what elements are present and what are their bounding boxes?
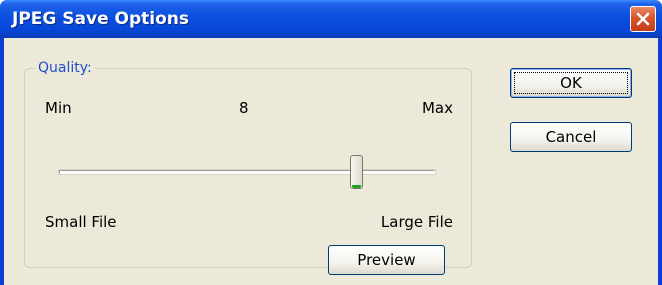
small-file-label: Small File <box>45 213 117 231</box>
cancel-button[interactable]: Cancel <box>510 122 632 152</box>
title-bar[interactable]: JPEG Save Options <box>0 0 662 38</box>
large-file-label: Large File <box>380 213 453 231</box>
quality-value-label: 8 <box>239 99 249 117</box>
dialog-body: Quality: Min 8 Max Small File Large File… <box>4 38 658 285</box>
ok-button[interactable]: OK <box>510 68 632 98</box>
max-label: Max <box>421 99 453 117</box>
close-button[interactable] <box>630 6 656 32</box>
quality-slider-track[interactable] <box>59 170 435 174</box>
min-label: Min <box>45 99 72 117</box>
quality-group-label: Quality: <box>35 59 95 77</box>
preview-button[interactable]: Preview <box>328 245 445 275</box>
quality-slider-thumb[interactable] <box>350 155 363 189</box>
window-title: JPEG Save Options <box>12 9 189 29</box>
dialog-window: JPEG Save Options Quality: Min 8 Max Sma… <box>0 0 662 285</box>
close-icon <box>636 12 650 26</box>
ok-button-label: OK <box>560 74 582 92</box>
quality-group: Quality: Min 8 Max Small File Large File… <box>24 59 472 275</box>
